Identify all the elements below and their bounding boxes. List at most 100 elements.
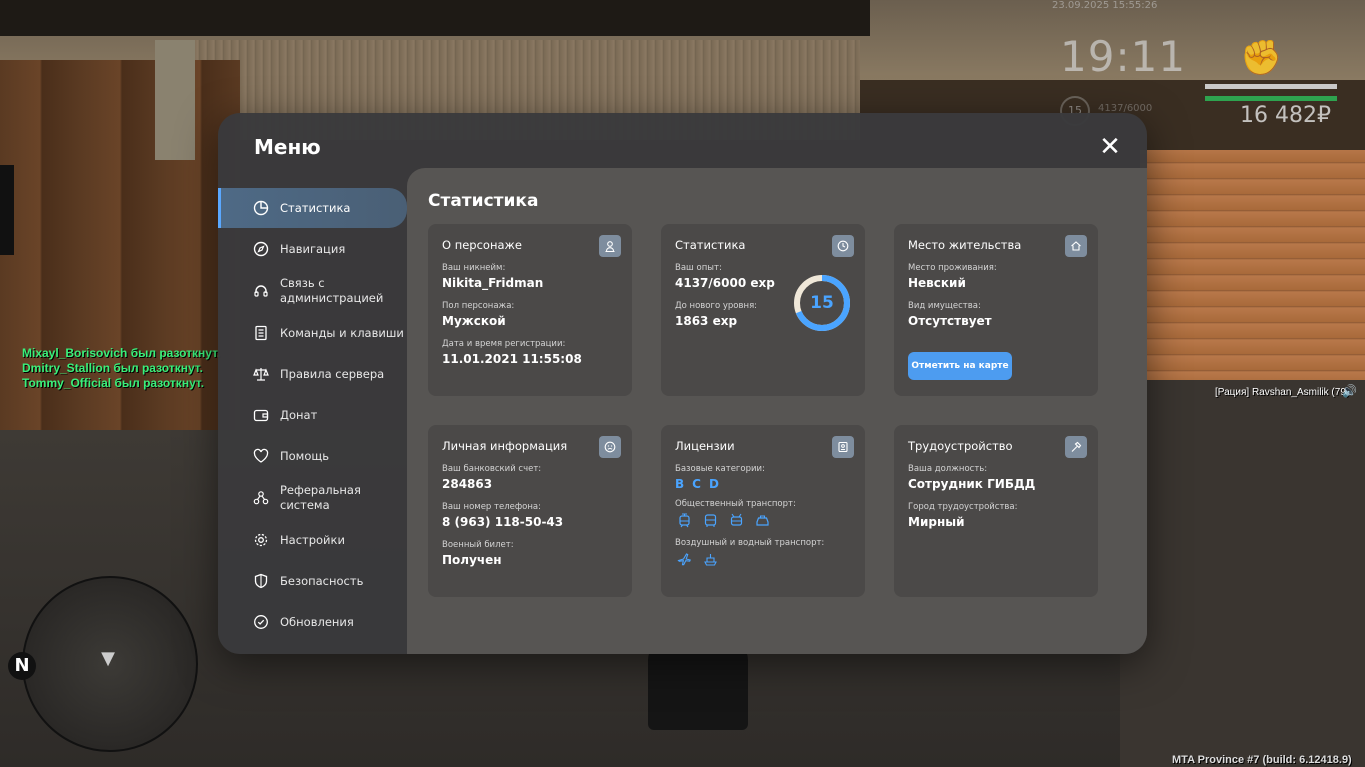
content-title: Статистика (428, 191, 539, 211)
face-icon (599, 436, 621, 458)
military-value: Получен (442, 553, 502, 567)
job-city-label: Город трудоустройства: (908, 502, 1018, 512)
id-card-icon (832, 436, 854, 458)
users-icon (252, 489, 270, 507)
npc-character (0, 165, 14, 255)
refresh-icon (252, 613, 270, 631)
menu-window: Меню ✕ Статистика Навигация Связь с адми… (218, 113, 1147, 654)
residence-value: Невский (908, 276, 966, 290)
card-title: О персонаже (442, 238, 522, 252)
card-title: Трудоустройство (908, 439, 1013, 453)
sidebar-item-label: Команды и клавиши (280, 326, 404, 340)
card-title: Лицензии (675, 439, 735, 453)
chat-line: Mixayl_Borisovich был разоткнут. (22, 346, 221, 360)
card-character: О персонаже Ваш никнейм: Nikita_Fridman … (428, 224, 632, 396)
sidebar-item-settings[interactable]: Настройки (218, 520, 407, 560)
card-employment: Трудоустройство Ваша должность: Сотрудни… (894, 425, 1098, 597)
air-water-transport-label: Воздушный и водный транспорт: (675, 538, 825, 548)
home-icon (1065, 235, 1087, 257)
phone-value: 8 (963) 118-50-43 (442, 515, 564, 529)
mark-on-map-button[interactable]: Отметить на карте (908, 352, 1012, 380)
sidebar-item-contact-admin[interactable]: Связь с администрацией (218, 270, 407, 312)
sidebar-item-referral[interactable]: Реферальная система (218, 477, 407, 519)
tram-icon (675, 512, 693, 528)
scales-icon (252, 365, 270, 383)
card-title: Статистика (675, 238, 746, 252)
sidebar: Статистика Навигация Связь с администрац… (218, 188, 407, 643)
chat-line: Tommy_Official был разоткнут. (22, 376, 205, 390)
wall (0, 60, 240, 460)
nickname-value: Nikita_Fridman (442, 276, 544, 290)
bus-icon (701, 512, 719, 528)
property-label: Вид имущества: (908, 301, 981, 311)
chat-line: Dmitry_Stallion был разоткнут. (22, 361, 203, 375)
content-panel: Статистика О персонаже Ваш никнейм: Niki… (407, 168, 1147, 654)
card-personal: Личная информация Ваш банковский счет: 2… (428, 425, 632, 597)
player-marker-icon: ▼ (101, 648, 115, 669)
sidebar-item-donate[interactable]: Донат (218, 395, 407, 435)
license-category: B (675, 477, 685, 491)
registration-label: Дата и время регистрации: (442, 339, 566, 349)
sidebar-item-updates[interactable]: Обновления (218, 602, 407, 642)
plane-icon (675, 551, 693, 567)
pillar (155, 40, 195, 160)
speaker-icon: 🔊 (1342, 384, 1357, 398)
gender-label: Пол персонажа: (442, 301, 515, 311)
clock-icon (832, 235, 854, 257)
document-icon (252, 324, 270, 342)
phone-label: Ваш номер телефона: (442, 502, 541, 512)
hud-date: 23.09.2025 15:55:26 (1052, 0, 1158, 11)
sidebar-item-security[interactable]: Безопасность (218, 561, 407, 601)
sidebar-item-label: Правила сервера (280, 367, 385, 381)
nickname-label: Ваш никнейм: (442, 263, 506, 273)
job-city-value: Мирный (908, 515, 965, 529)
sidebar-item-label: Навигация (280, 242, 346, 256)
sidebar-item-label: Статистика (280, 201, 351, 215)
card-title: Личная информация (442, 439, 568, 453)
chart-icon (252, 199, 270, 217)
voice-indicator: [Рация] Ravshan_Asmilik (79) (1215, 387, 1350, 398)
menu-title: Меню (254, 135, 321, 159)
position-label: Ваша должность: (908, 464, 988, 474)
sidebar-item-rules[interactable]: Правила сервера (218, 354, 407, 394)
sidebar-item-label: Реферальная система (280, 483, 361, 512)
bank-label: Ваш банковский счет: (442, 464, 542, 474)
sidebar-item-statistics[interactable]: Статистика (218, 188, 407, 228)
user-icon (599, 235, 621, 257)
close-button[interactable]: ✕ (1098, 132, 1122, 162)
floor (1120, 380, 1365, 767)
sidebar-item-help[interactable]: Помощь (218, 436, 407, 476)
boat-icon (701, 551, 719, 567)
close-icon: ✕ (1099, 132, 1121, 162)
base-categories: B C D (675, 477, 851, 491)
hammer-icon (1065, 436, 1087, 458)
heart-handshake-icon (252, 447, 270, 465)
trolleybus-icon (727, 512, 745, 528)
bank-value: 284863 (442, 477, 493, 491)
card-residence: Место жительства Место проживания: Невск… (894, 224, 1098, 396)
military-label: Военный билет: (442, 540, 514, 550)
sidebar-item-label: Донат (280, 408, 318, 422)
chat-log: Mixayl_Borisovich был разоткнут. Dmitry_… (22, 346, 220, 391)
beam (0, 0, 870, 36)
public-transport-label: Общественный транспорт: (675, 499, 796, 509)
gear-icon (252, 531, 270, 549)
sidebar-item-label: Помощь (280, 449, 330, 463)
sidebar-item-label: Связь с администрацией (280, 276, 384, 305)
level-value: 15 (810, 293, 834, 313)
sidebar-item-navigation[interactable]: Навигация (218, 229, 407, 269)
sidebar-item-commands[interactable]: Команды и клавиши (218, 313, 407, 353)
card-title: Место жительства (908, 238, 1022, 252)
fist-icon: ✊ (1240, 38, 1283, 78)
compass-icon (252, 240, 270, 258)
registration-value: 11.01.2021 11:55:08 (442, 352, 582, 366)
shield-icon (252, 572, 270, 590)
residence-label: Место проживания: (908, 263, 997, 273)
public-transport-icons (675, 512, 851, 528)
north-indicator: N (8, 652, 36, 680)
hud-money: 16 482₽ (1240, 103, 1331, 128)
hud-time: 19:11 (1060, 32, 1187, 81)
card-licenses: Лицензии Базовые категории: B C D Общест… (661, 425, 865, 597)
gender-value: Мужской (442, 314, 506, 328)
license-category: C (692, 477, 701, 491)
